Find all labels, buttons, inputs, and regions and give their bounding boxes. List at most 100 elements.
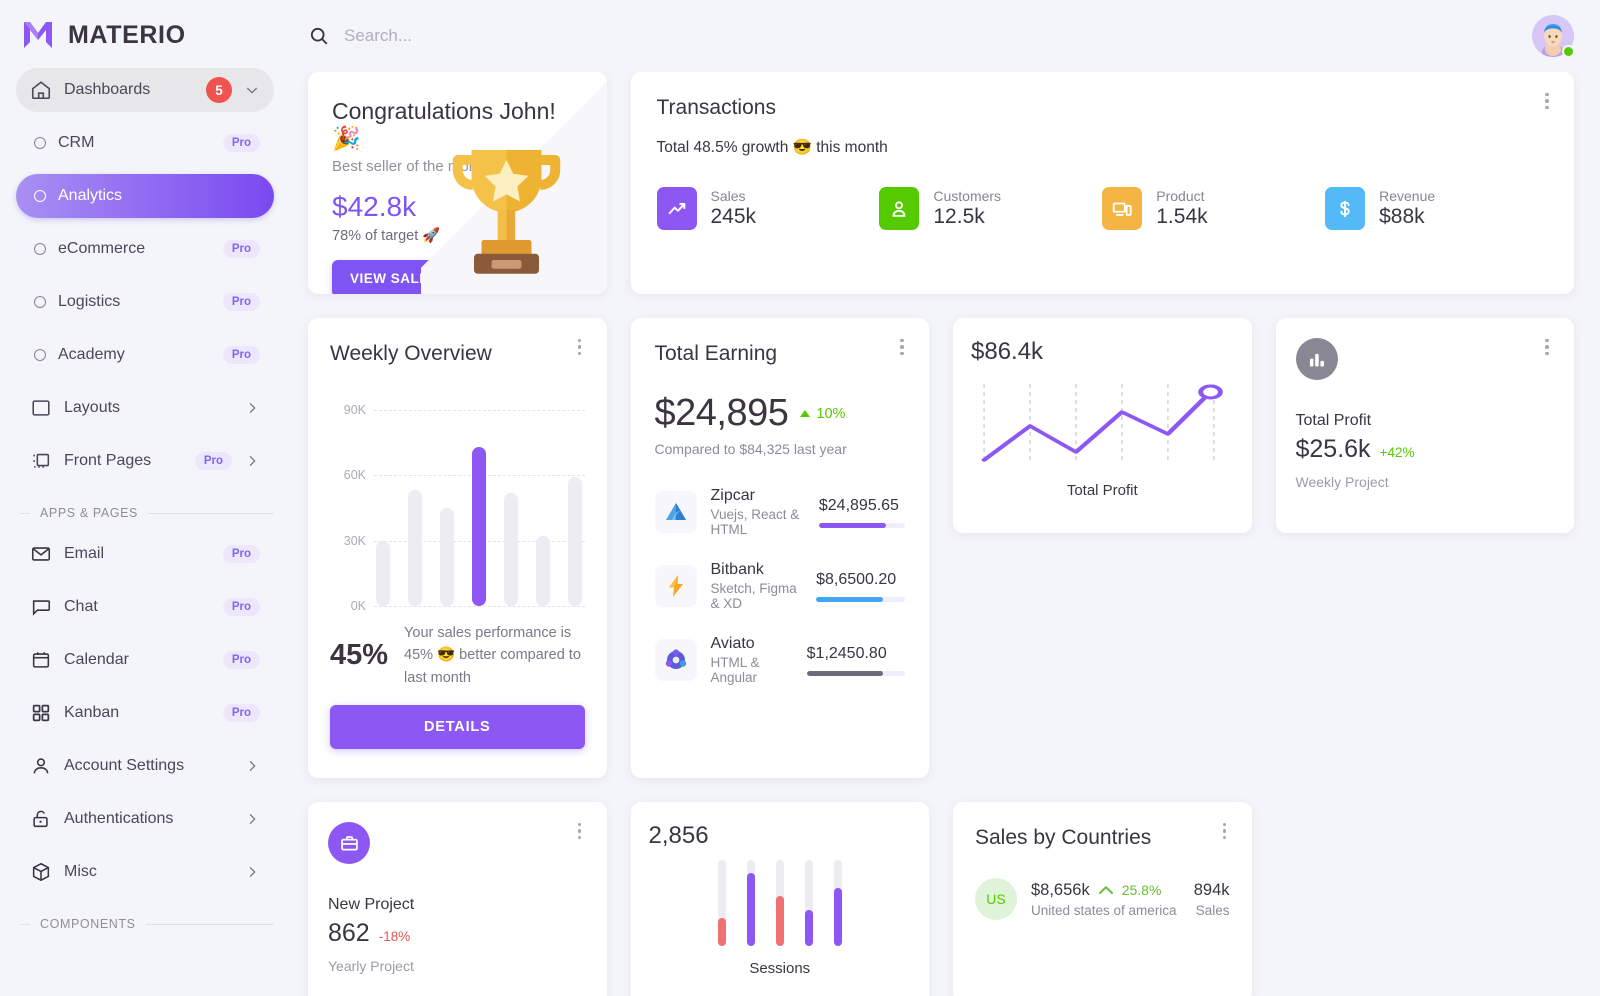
item-tech: Vuejs, React & HTML xyxy=(710,507,800,537)
bitbank-logo-icon xyxy=(654,565,697,607)
list-item[interactable]: Bitbank Sketch, Figma & XD $8,6500.20 xyxy=(654,561,905,611)
details-button[interactable]: DETAILS xyxy=(330,705,585,750)
earning-list: Zipcar Vuejs, React & HTML $24,895.65 Bi… xyxy=(654,487,905,685)
sidebar-item-logistics[interactable]: Logistics Pro xyxy=(16,280,274,324)
materio-logo-icon xyxy=(24,22,52,48)
earning-more-button[interactable] xyxy=(889,334,915,360)
sidebar-item-academy[interactable]: Academy Pro xyxy=(16,333,274,377)
total-earning-card: Total Earning $24,895 10% Compared to $8… xyxy=(630,318,929,778)
country-amount-row: $8,656k 25.8% xyxy=(1031,881,1177,900)
bar[interactable] xyxy=(472,447,487,606)
session-bar-fill xyxy=(775,896,784,946)
profit-line-amount: $86.4k xyxy=(971,338,1044,365)
sidebar-item-calendar[interactable]: Calendar Pro xyxy=(16,638,274,682)
brand[interactable]: MATERIO xyxy=(0,0,290,64)
section-apps-pages: APPS & PAGES xyxy=(0,492,290,528)
bar[interactable] xyxy=(504,493,519,606)
trending-up-icon xyxy=(656,187,697,230)
earning-amount: $24,895 xyxy=(654,392,789,434)
sidebar-item-account-settings[interactable]: Account Settings xyxy=(16,744,274,788)
weekly-more-button[interactable] xyxy=(567,334,593,360)
search-bar[interactable] xyxy=(308,25,1532,47)
sidebar-item-label: Layouts xyxy=(64,399,121,416)
sidebar-item-authentications[interactable]: Authentications xyxy=(16,797,274,841)
stat-label: Revenue xyxy=(1379,188,1436,204)
pro-chip: Pro xyxy=(222,239,260,259)
session-bar-track[interactable] xyxy=(833,860,842,946)
transactions-more-button[interactable] xyxy=(1534,88,1560,114)
session-bar-track[interactable] xyxy=(717,860,726,946)
stat-label: Sales xyxy=(710,188,746,204)
sidebar-item-crm[interactable]: CRM Pro xyxy=(16,121,274,165)
total-profit-stat-card: Total Profit $25.6k +42% Weekly Project xyxy=(1275,318,1574,533)
search-icon xyxy=(310,27,328,45)
bar[interactable] xyxy=(440,508,455,606)
stat-product: Product 1.54k xyxy=(1102,187,1325,230)
countries-more-button[interactable] xyxy=(1212,818,1238,844)
item-progress-track xyxy=(816,596,905,602)
profit-stat-more-button[interactable] xyxy=(1534,334,1560,360)
sidebar-item-label: Authentications xyxy=(64,810,174,827)
new-project-more-button[interactable] xyxy=(567,818,593,844)
chevron-right-icon xyxy=(249,813,256,825)
calendar-icon xyxy=(32,652,50,668)
line-chart-svg xyxy=(981,384,1223,462)
bar[interactable] xyxy=(408,490,423,606)
sessions-bar-chart xyxy=(649,860,912,946)
session-bar-track[interactable] xyxy=(746,860,755,946)
sidebar-item-layouts[interactable]: Layouts xyxy=(16,386,274,430)
session-bar-fill xyxy=(746,873,755,946)
list-item[interactable]: Aviato HTML & Angular $1,2450.80 xyxy=(654,635,905,685)
profit-line-caption: Total Profit xyxy=(1066,482,1138,499)
sidebar-item-email[interactable]: Email Pro xyxy=(16,532,274,576)
weekly-bar-chart: 90K 60K 30K 0K xyxy=(330,388,585,613)
item-tech: Sketch, Figma & XD xyxy=(710,581,797,611)
weekly-text: Your sales performance is 45% 😎 better c… xyxy=(404,625,581,686)
bar[interactable] xyxy=(536,536,551,606)
country-amount: $8,656k xyxy=(1031,880,1090,899)
sidebar-item-ecommerce[interactable]: eCommerce Pro xyxy=(16,227,274,271)
chevron-right-icon xyxy=(249,760,256,772)
sales-by-countries-card: Sales by Countries US $8,656k 25.8% Unit… xyxy=(953,802,1252,996)
country-sales-value: 894k xyxy=(1193,880,1230,899)
sidebar-item-label: Dashboards xyxy=(64,81,151,98)
sidebar-item-front-pages[interactable]: Front Pages Pro xyxy=(16,439,274,483)
session-bar-track[interactable] xyxy=(775,860,784,946)
sidebar-item-dashboards[interactable]: Dashboards 5 xyxy=(16,68,274,112)
sessions-caption: Sessions xyxy=(749,960,811,977)
bar[interactable] xyxy=(376,541,390,606)
y-tick-label: 90K xyxy=(343,402,366,417)
aviato-logo-icon xyxy=(654,639,697,681)
chevron-right-icon xyxy=(249,866,256,878)
sidebar-item-analytics[interactable]: Analytics xyxy=(16,174,274,218)
sidebar-item-kanban[interactable]: Kanban Pro xyxy=(16,691,274,735)
earning-delta: 10% xyxy=(800,406,845,422)
y-tick-label: 0K xyxy=(350,599,366,613)
sidebar-item-chat[interactable]: Chat Pro xyxy=(16,585,274,629)
new-project-value: 862 xyxy=(328,919,370,947)
session-bar-track[interactable] xyxy=(804,860,813,946)
circle-icon xyxy=(34,137,46,149)
pro-chip: Pro xyxy=(222,650,260,670)
stat-sales: Sales 245k xyxy=(656,187,880,230)
bar[interactable] xyxy=(568,477,583,606)
congratulations-card: Congratulations John! 🎉 Best seller of t… xyxy=(308,72,607,294)
lock-icon xyxy=(33,810,48,828)
pro-chip: Pro xyxy=(222,544,260,564)
sidebar-item-label: Academy xyxy=(58,346,125,363)
search-input[interactable] xyxy=(344,26,764,46)
list-item[interactable]: Zipcar Vuejs, React & HTML $24,895.65 xyxy=(654,487,905,537)
avatar[interactable] xyxy=(1532,15,1575,58)
session-bar-fill xyxy=(717,918,726,946)
table-row[interactable]: US $8,656k 25.8% United states of americ… xyxy=(975,878,1230,920)
view-sales-button[interactable]: VIEW SALES xyxy=(332,260,457,294)
stat-value: $88k xyxy=(1379,205,1425,228)
briefcase-icon xyxy=(328,822,370,864)
sidebar-item-label: Misc xyxy=(64,863,97,880)
divider xyxy=(147,512,274,514)
sidebar-item-misc[interactable]: Misc xyxy=(16,850,274,894)
sidebar-item-label: Analytics xyxy=(58,187,123,204)
layout-icon xyxy=(32,400,50,416)
pro-chip: Pro xyxy=(222,292,260,312)
profit-stat-label: Total Profit xyxy=(1295,412,1372,429)
